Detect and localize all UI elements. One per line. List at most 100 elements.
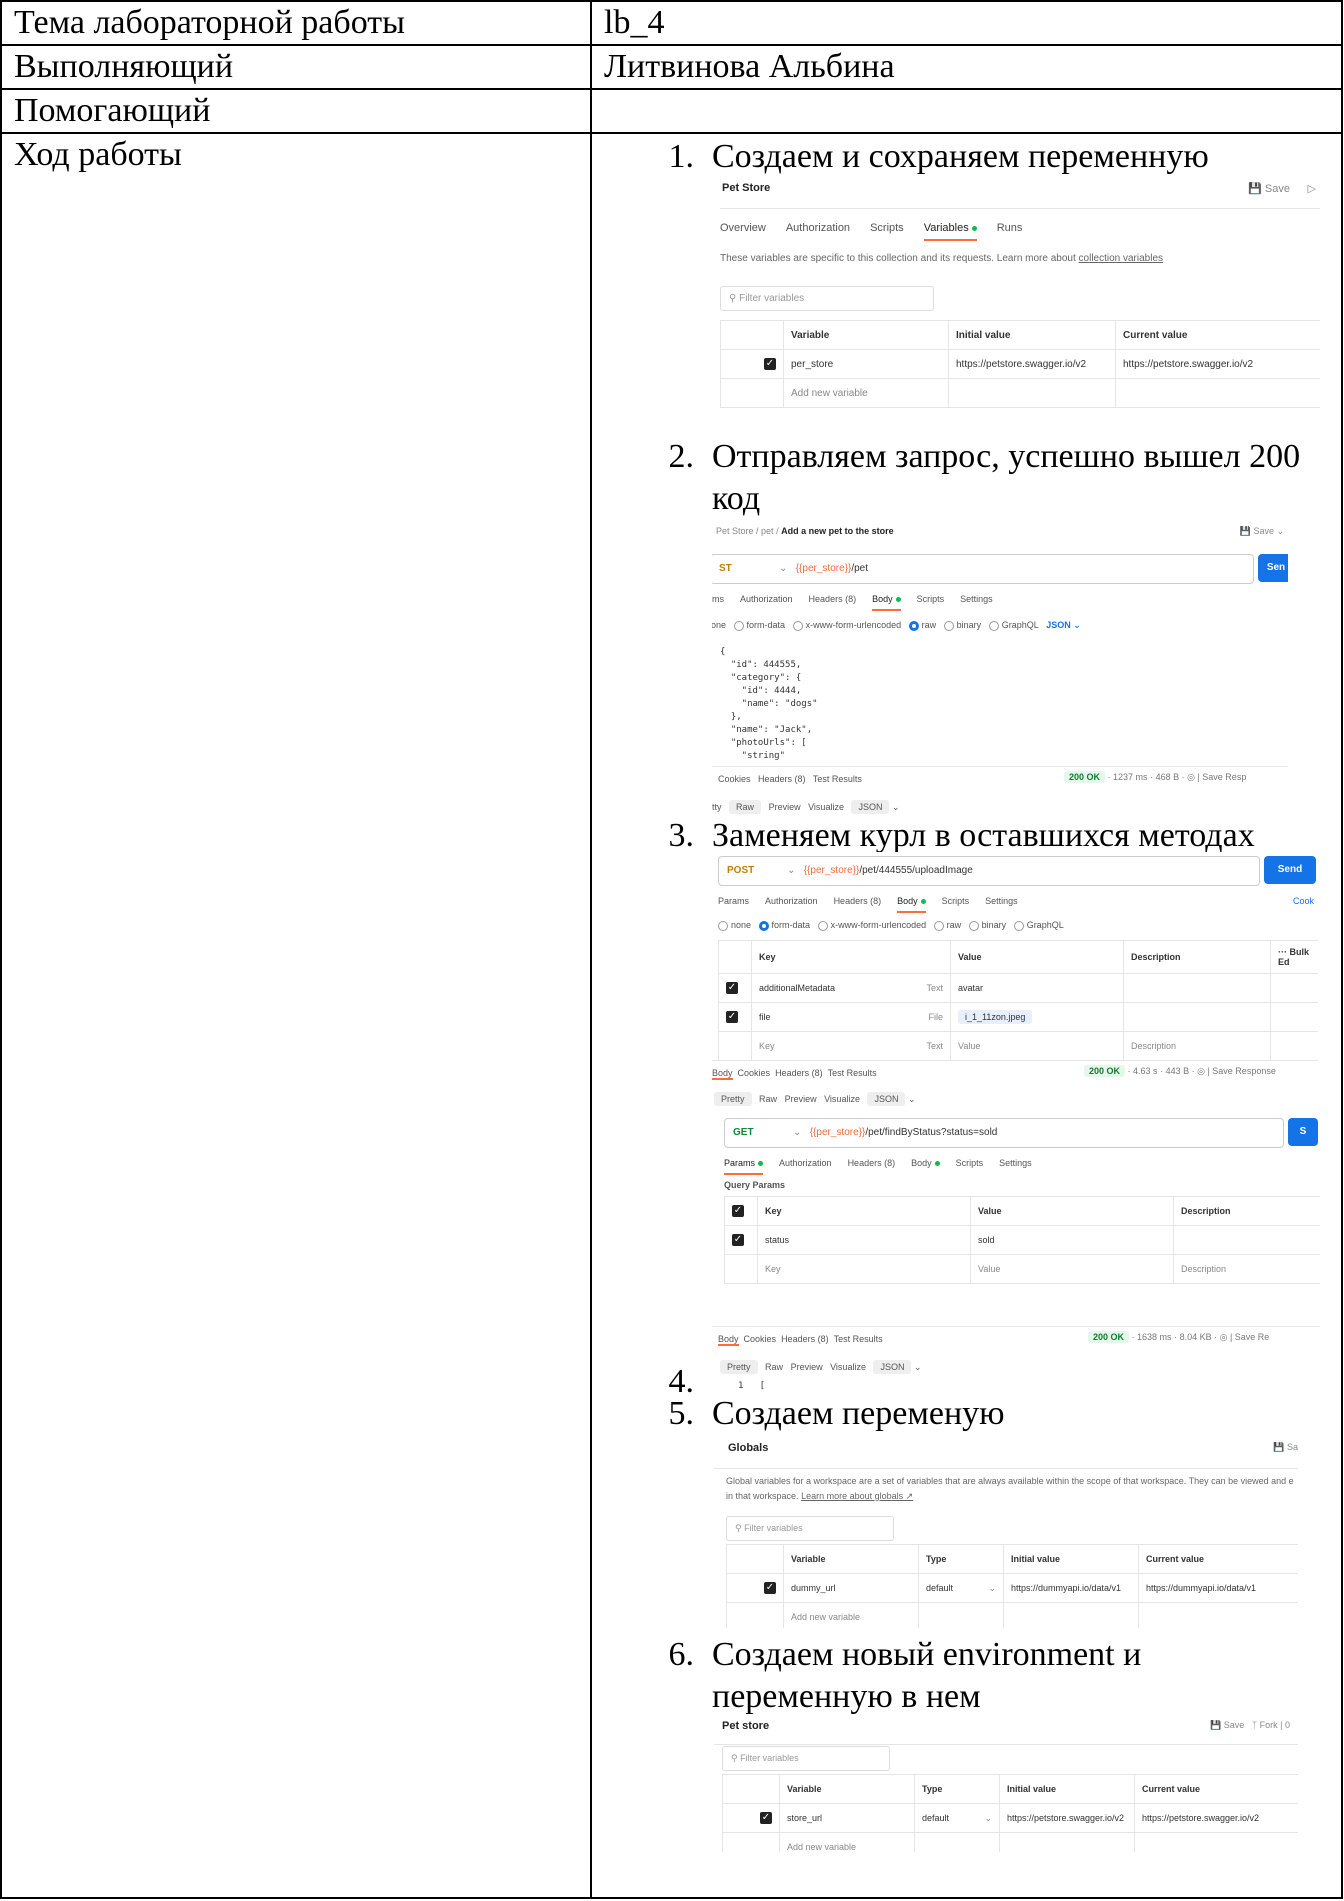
table-row: ✓ status sold (724, 1225, 1320, 1255)
initial-value[interactable]: https://petstore.swagger.io/v2 (948, 349, 1116, 379)
tab-authorization[interactable]: Authorization (786, 222, 850, 241)
filter-variables-input[interactable]: ⚲ Filter variables (726, 1516, 894, 1541)
send-button[interactable]: Sen (1258, 554, 1288, 582)
table-row: ✓ additionalMetadata Text avatar (718, 973, 1318, 1003)
collection-variables-link[interactable]: collection variables (1079, 253, 1164, 264)
method-select[interactable]: GET (725, 1119, 793, 1147)
checkbox-icon[interactable]: ✓ (732, 1234, 744, 1246)
url-bar[interactable]: ST ⌄ {{per_store}}/pet (712, 554, 1254, 584)
url-bar[interactable]: POST ⌄ {{per_store}}/pet/444555/uploadIma… (718, 856, 1260, 886)
opt-urlencoded[interactable]: x-www-form-urlencoded (806, 620, 902, 630)
file-chip[interactable]: i_1_11zon.jpeg (958, 1010, 1033, 1024)
send-button[interactable]: S (1288, 1118, 1318, 1146)
tab-settings[interactable]: Settings (999, 1158, 1032, 1175)
tab-authorization[interactable]: Authorization (740, 594, 793, 611)
tab-scripts[interactable]: Scripts (917, 594, 945, 611)
tab-authorization[interactable]: Authorization (779, 1158, 832, 1175)
tab-test-results[interactable]: Test Results (813, 774, 862, 784)
response-meta: 200 OK · 1638 ms · 8.04 KB · ◎ | Save Re (1088, 1331, 1270, 1343)
add-variable[interactable]: Add new variable (779, 1832, 915, 1852)
request-body-code[interactable]: { "id": 444555, "category": { "id": 4444… (720, 646, 818, 763)
opt-json[interactable]: JSON ⌄ (1046, 620, 1081, 630)
tab-scripts[interactable]: Scripts (942, 896, 970, 913)
save-button[interactable]: 💾 Save (1210, 1720, 1244, 1730)
fork-button[interactable]: ᛉ Fork (1252, 1720, 1278, 1730)
view-tabs: Pretty Raw Preview Visualize JSON ⌄ (720, 1360, 922, 1374)
send-button[interactable]: Send (1264, 856, 1316, 884)
variable-name[interactable]: dummy_url (783, 1573, 919, 1603)
save-button[interactable]: 💾 Save ⌄ (1240, 526, 1284, 537)
tab-body[interactable]: Body (911, 1158, 940, 1175)
run-icon[interactable]: ▷ (1308, 182, 1316, 195)
step-text: Отправляем запрос, успешно вышел 200 код (712, 438, 1301, 517)
view-tabs: Pretty Raw Preview Visualize JSON ⌄ (714, 1092, 916, 1106)
checkbox-icon[interactable]: ✓ (726, 1011, 738, 1023)
checkbox-icon[interactable]: ✓ (726, 982, 738, 994)
tab-params[interactable]: Params (718, 896, 749, 913)
current-value[interactable]: https://petstore.swagger.io/v2 (1115, 349, 1320, 379)
tab-headers[interactable]: Headers (8) (809, 594, 857, 611)
tab-scripts[interactable]: Scripts (956, 1158, 984, 1175)
opt-form-data[interactable]: form-data (747, 620, 786, 630)
screenshot-globals: Globals 💾 Sa Global variables for a work… (714, 1434, 1298, 1628)
screenshot-upload-image: POST ⌄ {{per_store}}/pet/444555/uploadIma… (712, 852, 1318, 1084)
tab-headers[interactable]: Headers (8) (758, 774, 806, 784)
status-badge: 200 OK (1084, 1065, 1126, 1077)
tab-variables[interactable]: Variables (923, 222, 977, 241)
step-text: Создаем переменую (712, 1395, 1005, 1432)
tab-params[interactable]: ms (712, 594, 724, 611)
globals-title: Globals (728, 1442, 769, 1454)
tab-settings[interactable]: Settings (985, 896, 1018, 913)
globals-learn-more-link[interactable]: Learn more about globals ↗ (801, 1491, 913, 1501)
response-meta: 200 OK · 4.63 s · 443 B · ◎ | Save Respo… (1084, 1065, 1276, 1077)
tab-params[interactable]: Params (724, 1158, 764, 1175)
save-button[interactable]: 💾 Sa (1273, 1442, 1298, 1453)
save-response-button[interactable]: Save Re (1235, 1332, 1270, 1342)
tab-runs[interactable]: Runs (997, 222, 1023, 241)
tab-headers[interactable]: Headers (8) (848, 1158, 896, 1175)
save-response-button[interactable]: Save Response (1212, 1066, 1276, 1076)
tab-headers[interactable]: Headers (8) (834, 896, 882, 913)
environment-title: Pet store (722, 1720, 770, 1732)
query-params-label: Query Params (724, 1180, 786, 1190)
variable-name[interactable]: per_store (783, 349, 949, 379)
opt-binary[interactable]: binary (957, 620, 982, 630)
opt-none[interactable]: none (712, 620, 726, 630)
save-response-button[interactable]: Save Resp (1202, 772, 1246, 782)
add-variable[interactable]: Add new variable (783, 378, 949, 408)
add-variable[interactable]: Add new variable (783, 1602, 919, 1628)
method-select[interactable]: POST (719, 857, 787, 885)
tab-overview[interactable]: Overview (720, 222, 766, 241)
tab-body[interactable]: Body (897, 896, 926, 913)
tab-scripts[interactable]: Scripts (870, 222, 904, 241)
opt-graphql[interactable]: GraphQL (1002, 620, 1039, 630)
filter-variables-input[interactable]: ⚲ Filter variables (722, 1746, 890, 1771)
response-code: 1 [ (738, 1381, 766, 1391)
method-select[interactable]: ST (712, 555, 779, 583)
table-row: ✓ store_url default ⌄ https://petstore.s… (722, 1803, 1298, 1833)
step-number: 1. (668, 138, 695, 175)
tab-settings[interactable]: Settings (960, 594, 993, 611)
query-params-table: ✓ Key Value Description ✓ status sold Ke… (724, 1196, 1320, 1284)
url-bar[interactable]: GET ⌄ {{per_store}}/pet/findByStatus?stat… (724, 1118, 1284, 1148)
variable-name[interactable]: store_url (779, 1803, 915, 1833)
filter-variables-input[interactable]: ⚲ Filter variables (720, 286, 934, 311)
save-button[interactable]: 💾 Save (1248, 182, 1290, 195)
tab-cookies[interactable]: Cookies (718, 774, 751, 784)
type-select[interactable]: default ⌄ (914, 1803, 1000, 1833)
environment-table: Variable Type Initial value Current valu… (722, 1774, 1298, 1852)
step-number: 2. (668, 438, 695, 475)
breadcrumb: Pet Store / pet / Add a new pet to the s… (716, 526, 894, 536)
screenshot-find-by-status-footer: Pretty Raw Preview Visualize JSON ⌄ 1 [ (718, 1358, 1018, 1394)
checkbox-icon[interactable]: ✓ (764, 1582, 776, 1594)
type-select[interactable]: default ⌄ (918, 1573, 1004, 1603)
checkbox-icon[interactable]: ✓ (764, 358, 776, 370)
cookies-link[interactable]: Cook (1293, 896, 1314, 906)
table-row: Add new variable (726, 1602, 1298, 1628)
globals-info: Global variables for a workspace are a s… (726, 1476, 1294, 1501)
checkbox-icon[interactable]: ✓ (760, 1812, 772, 1824)
opt-raw[interactable]: raw (922, 620, 937, 630)
tab-authorization[interactable]: Authorization (765, 896, 818, 913)
body-type-options: none form-data x-www-form-urlencoded raw… (718, 920, 1064, 931)
tab-body[interactable]: Body (872, 594, 901, 611)
